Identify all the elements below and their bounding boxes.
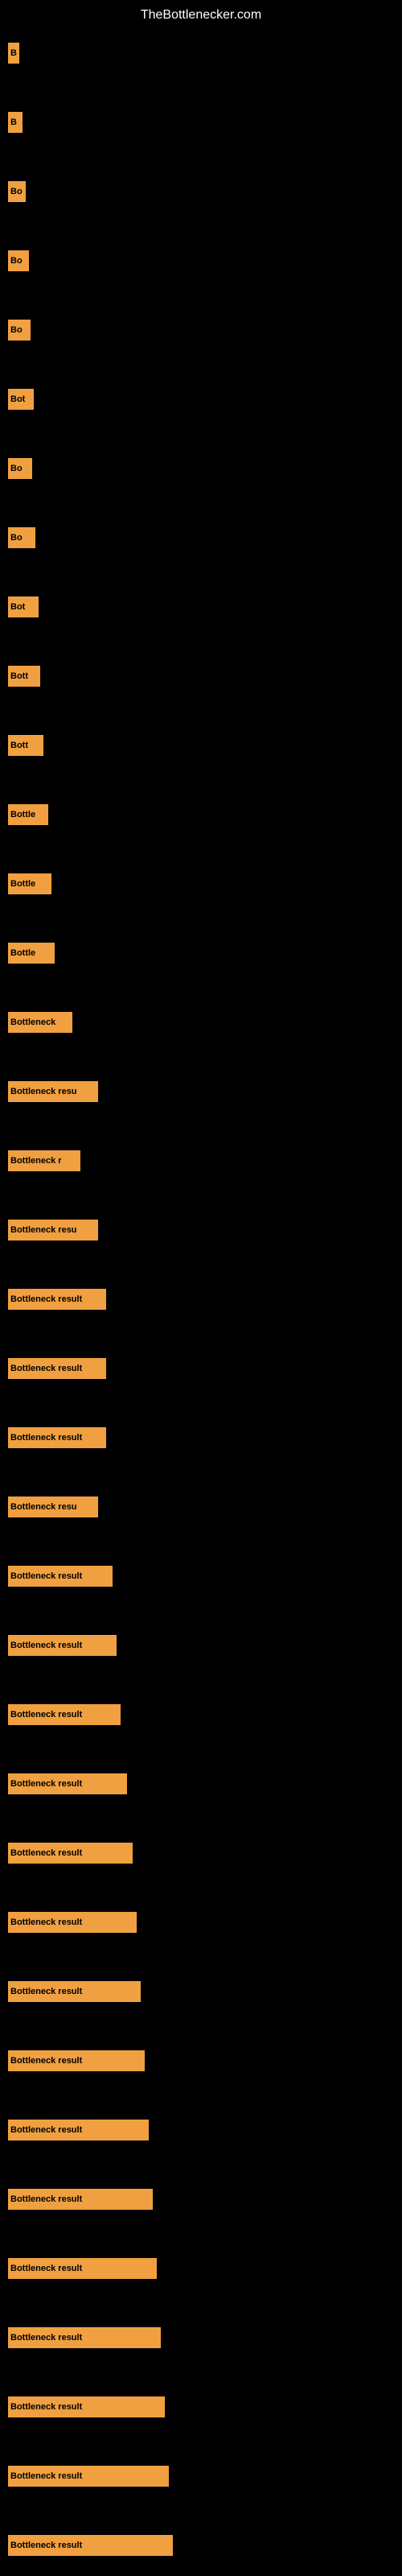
bar-label: Bottleneck result [8,2120,149,2140]
bar-row: Bottleneck result [0,1912,402,1933]
bar-label: Bottleneck result [8,1566,113,1587]
bar-row: Bottle [0,804,402,825]
bar-row: Bo [0,250,402,271]
bar-row: B [0,112,402,133]
bar-label: Bottleneck result [8,1635,117,1656]
bars-container: B B Bo Bo Bo Bot Bo Bo Bot Bott Bott Bottle Bottle Bo… [0,43,402,2556]
bar-row: Bottleneck result [0,2535,402,2556]
bar-row: Bottleneck resu [0,1220,402,1241]
bar-label: Bottleneck result [8,2535,173,2556]
bar-row: Bot [0,597,402,617]
bar-label: Bottleneck r [8,1150,80,1171]
bar-row: Bottleneck result [0,2120,402,2140]
header: TheBottlenecker.com [0,0,402,27]
bar-row: Bottleneck result [0,1981,402,2002]
bar-label: Bottleneck result [8,1289,106,1310]
bar-label: Bott [8,735,43,756]
bar-row: Bottleneck result [0,2050,402,2071]
bar-row: Bott [0,666,402,687]
bar-label: Bo [8,527,35,548]
bar-label: Bo [8,181,26,202]
bar-label: Bottleneck result [8,1981,141,2002]
bar-label: Bottleneck result [8,1704,121,1725]
bar-label: Bottleneck result [8,1427,106,1448]
bar-row: Bottleneck result [0,2258,402,2279]
bar-row: Bottleneck result [0,1635,402,1656]
bar-row: Bot [0,389,402,410]
bar-row: Bottleneck resu [0,1081,402,1102]
bar-label: Bottleneck result [8,1358,106,1379]
bar-label: Bottle [8,943,55,964]
bar-label: Bottle [8,804,48,825]
bar-label: Bottleneck result [8,2466,169,2487]
bar-label: Bottleneck result [8,1912,137,1933]
bar-row: Bottleneck result [0,1427,402,1448]
bar-row: Bo [0,458,402,479]
bar-label: B [8,112,23,133]
bar-row: Bottleneck result [0,1358,402,1379]
bar-row: Bottleneck result [0,2189,402,2210]
bar-label: Bottleneck result [8,2258,157,2279]
bar-row: Bo [0,181,402,202]
bar-row: Bottleneck result [0,2466,402,2487]
bar-label: Bot [8,389,34,410]
bar-row: Bottleneck resu [0,1496,402,1517]
bar-label: Bottleneck resu [8,1496,98,1517]
bar-label: Bottleneck result [8,1843,133,1864]
bar-label: Bottleneck result [8,2189,153,2210]
bar-label: Bottleneck result [8,1773,127,1794]
bar-label: Bottleneck result [8,2327,161,2348]
bar-label: Bo [8,250,29,271]
bar-row: Bo [0,527,402,548]
bar-label: Bottleneck [8,1012,72,1033]
bar-row: Bottleneck result [0,1843,402,1864]
bar-label: Bott [8,666,40,687]
bar-row: Bottleneck result [0,2327,402,2348]
bar-row: Bott [0,735,402,756]
bar-row: Bo [0,320,402,341]
bar-label: B [8,43,19,64]
bar-label: Bot [8,597,39,617]
bar-label: Bottleneck resu [8,1220,98,1241]
bar-row: Bottleneck [0,1012,402,1033]
bar-label: Bottleneck result [8,2050,145,2071]
bar-label: Bottleneck result [8,2396,165,2417]
bar-row: Bottleneck result [0,1289,402,1310]
bar-label: Bo [8,320,31,341]
bar-row: Bottleneck result [0,2396,402,2417]
bar-label: Bottleneck resu [8,1081,98,1102]
bar-row: Bottleneck result [0,1566,402,1587]
site-title: TheBottlenecker.com [141,8,261,22]
bar-label: Bottle [8,873,51,894]
bar-row: Bottle [0,873,402,894]
bar-label: Bo [8,458,32,479]
bar-row: Bottle [0,943,402,964]
bar-row: Bottleneck r [0,1150,402,1171]
bar-row: B [0,43,402,64]
bar-row: Bottleneck result [0,1773,402,1794]
bar-row: Bottleneck result [0,1704,402,1725]
